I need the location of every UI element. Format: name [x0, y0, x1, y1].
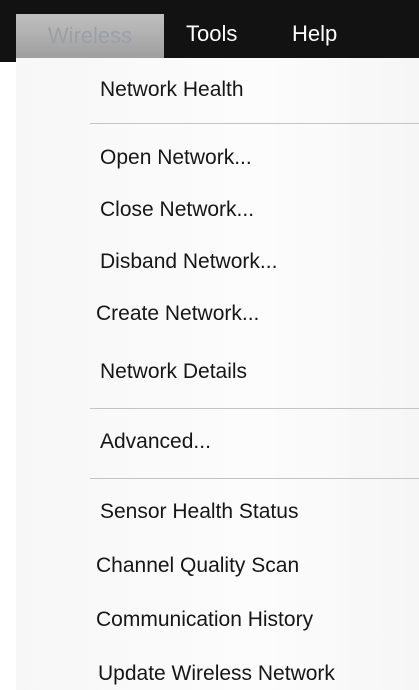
menu-separator — [90, 408, 419, 409]
wireless-dropdown-menu: Network Health Open Network... Close Net… — [16, 58, 419, 690]
menu-item-create-network[interactable]: Create Network... — [96, 302, 259, 326]
menu-item-network-details[interactable]: Network Details — [100, 360, 247, 384]
menu-item-update-wireless-network[interactable]: Update Wireless Network — [98, 662, 335, 686]
menu-item-open-network[interactable]: Open Network... — [100, 146, 252, 170]
menubar-help[interactable]: Help — [292, 10, 337, 58]
menu-separator — [90, 478, 419, 479]
menu-separator — [90, 123, 419, 124]
menu-item-disband-network[interactable]: Disband Network... — [100, 250, 277, 274]
menu-item-advanced[interactable]: Advanced... — [100, 430, 211, 454]
menu-item-communication-history[interactable]: Communication History — [96, 608, 313, 632]
menubar-tools[interactable]: Tools — [186, 10, 237, 58]
menu-item-network-health[interactable]: Network Health — [100, 78, 244, 102]
screen: Wireless Tools Help Network Health Open … — [0, 0, 419, 690]
menu-item-close-network[interactable]: Close Network... — [100, 198, 254, 222]
menu-item-sensor-health-status[interactable]: Sensor Health Status — [100, 500, 298, 524]
menu-item-channel-quality-scan[interactable]: Channel Quality Scan — [96, 554, 299, 578]
menubar-wireless[interactable]: Wireless — [16, 14, 164, 58]
menu-bar: Wireless Tools Help — [0, 0, 419, 62]
